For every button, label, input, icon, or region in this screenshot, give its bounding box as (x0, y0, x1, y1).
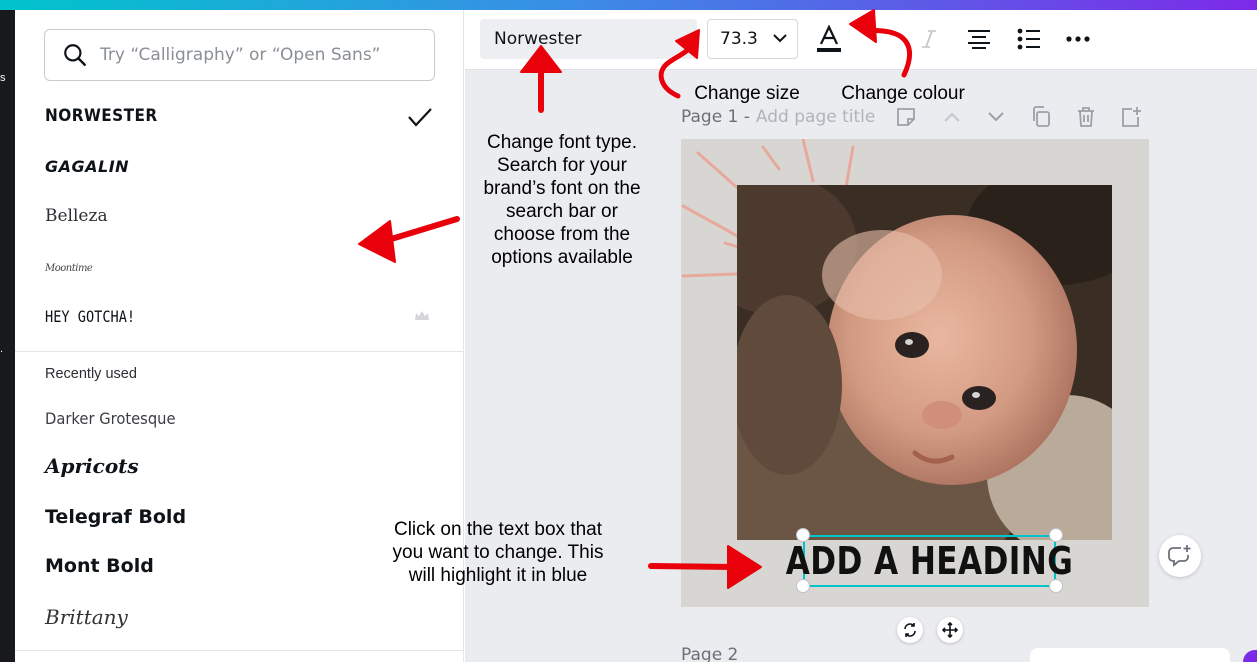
move-button[interactable] (937, 617, 963, 643)
font-search-box[interactable] (44, 29, 435, 81)
nav-label-fragment: s (0, 72, 6, 84)
chevron-down-icon (988, 112, 1004, 122)
annotation-change-size: Change size (694, 83, 800, 104)
font-family-value: Norwester (494, 29, 582, 49)
nav-label-fragment-2: . (0, 343, 4, 355)
rotate-button[interactable] (897, 617, 923, 643)
font-option-telegraf-bold[interactable]: Telegraf Bold (45, 502, 186, 532)
resize-handle-top-left[interactable] (796, 528, 810, 542)
font-option-mont-bold[interactable]: Mont Bold (45, 551, 154, 581)
top-gradient-bar (0, 0, 1257, 10)
rotate-icon (904, 623, 916, 637)
font-option-label: Brittany (45, 605, 128, 629)
font-option-darker-grotesque[interactable]: Darker Grotesque (45, 403, 176, 433)
font-option-label: GAGALIN (45, 156, 130, 176)
annotation-line: will highlight it in blue (408, 565, 588, 586)
font-option-hey-gotcha[interactable]: HEY GOTCHA! (45, 301, 135, 331)
notes-icon (897, 108, 915, 126)
move-page-down-button[interactable] (984, 105, 1008, 129)
align-center-icon (968, 30, 990, 49)
add-page-button[interactable] (1119, 105, 1143, 129)
page-title-input[interactable]: Add page title (756, 107, 875, 127)
annotation-line: Change font type. (487, 132, 637, 153)
more-button[interactable] (1064, 25, 1092, 53)
text-color-icon (817, 25, 841, 52)
font-option-label: HEY GOTCHA! (45, 306, 136, 326)
annotation-line: search bar or (506, 201, 618, 222)
font-size-dropdown[interactable]: 73.3 (707, 19, 798, 59)
font-option-label: Darker Grotesque (45, 408, 176, 428)
chevron-down-icon (773, 34, 787, 43)
font-option-brittany[interactable]: Brittany (45, 602, 128, 632)
trash-icon (1078, 107, 1094, 127)
font-option-label: Telegraf Bold (45, 506, 187, 528)
font-option-label: Belleza (45, 206, 108, 226)
chevron-up-icon (944, 112, 960, 122)
italic-button[interactable] (915, 25, 943, 53)
font-option-moontime[interactable]: Moontime (45, 253, 93, 283)
font-family-dropdown[interactable]: Norwester (480, 19, 697, 59)
resize-handle-bottom-left[interactable] (796, 579, 810, 593)
font-option-label: Mont Bold (45, 555, 154, 577)
align-button[interactable] (965, 25, 993, 53)
recently-used-heading: Recently used (45, 366, 137, 382)
crown-icon (415, 311, 429, 320)
page-2-card (1030, 648, 1230, 662)
divider (15, 650, 464, 651)
annotation-line: options available (491, 247, 633, 268)
left-nav-strip: s . (0, 10, 15, 662)
annotation-line: you want to change. This (392, 542, 604, 563)
add-page-icon (1122, 107, 1141, 127)
font-option-gagalin[interactable]: GAGALIN (45, 151, 129, 181)
annotation-text-box: Click on the text box that you want to c… (381, 518, 615, 587)
text-toolbar: Norwester 73.3 (465, 10, 1257, 70)
divider (15, 351, 464, 352)
baby-photo[interactable] (737, 185, 1112, 540)
duplicate-page-button[interactable] (1029, 105, 1053, 129)
annotation-line: Click on the text box that (393, 519, 603, 540)
more-icon (1066, 36, 1090, 42)
annotation-line: Search for your (497, 155, 627, 176)
search-icon (64, 44, 86, 66)
comment-plus-icon (1168, 545, 1191, 567)
resize-handle-top-right[interactable] (1049, 528, 1063, 542)
annotation-change-colour: Change colour (841, 83, 965, 104)
page-2-label: Page 2 (681, 645, 739, 662)
font-option-belleza[interactable]: Belleza (45, 201, 108, 231)
font-option-norwester[interactable]: NORWESTER (45, 101, 158, 131)
font-option-apricots[interactable]: Apricots (45, 451, 139, 481)
annotation-font-type: Change font type. Search for your brand’… (470, 131, 654, 269)
font-search-input[interactable] (100, 40, 420, 70)
move-icon (942, 622, 958, 638)
font-size-value: 73.3 (720, 29, 758, 49)
text-color-button[interactable] (815, 25, 843, 53)
checkmark-icon (408, 108, 432, 127)
list-icon (1017, 28, 1040, 50)
baby-photo-illustration (737, 185, 1112, 540)
page-name: Page 1 - (681, 107, 750, 127)
resize-handle-bottom-right[interactable] (1049, 579, 1063, 593)
page-notes-button[interactable] (894, 105, 918, 129)
delete-page-button[interactable] (1074, 105, 1098, 129)
heading-text-box[interactable]: ADD A HEADING (786, 536, 1073, 586)
font-option-label: Apricots (45, 454, 139, 478)
font-option-label: NORWESTER (45, 106, 158, 126)
list-button[interactable] (1015, 25, 1043, 53)
move-page-up-button[interactable] (940, 105, 964, 129)
annotation-line: choose from the (493, 224, 631, 245)
page-header: Page 1 - Add page title (681, 106, 875, 128)
duplicate-icon (1033, 106, 1050, 127)
annotation-line: brand’s font on the (483, 178, 641, 199)
italic-icon (922, 30, 936, 48)
add-comment-button[interactable] (1159, 535, 1201, 577)
font-option-label: Moontime (45, 262, 93, 274)
